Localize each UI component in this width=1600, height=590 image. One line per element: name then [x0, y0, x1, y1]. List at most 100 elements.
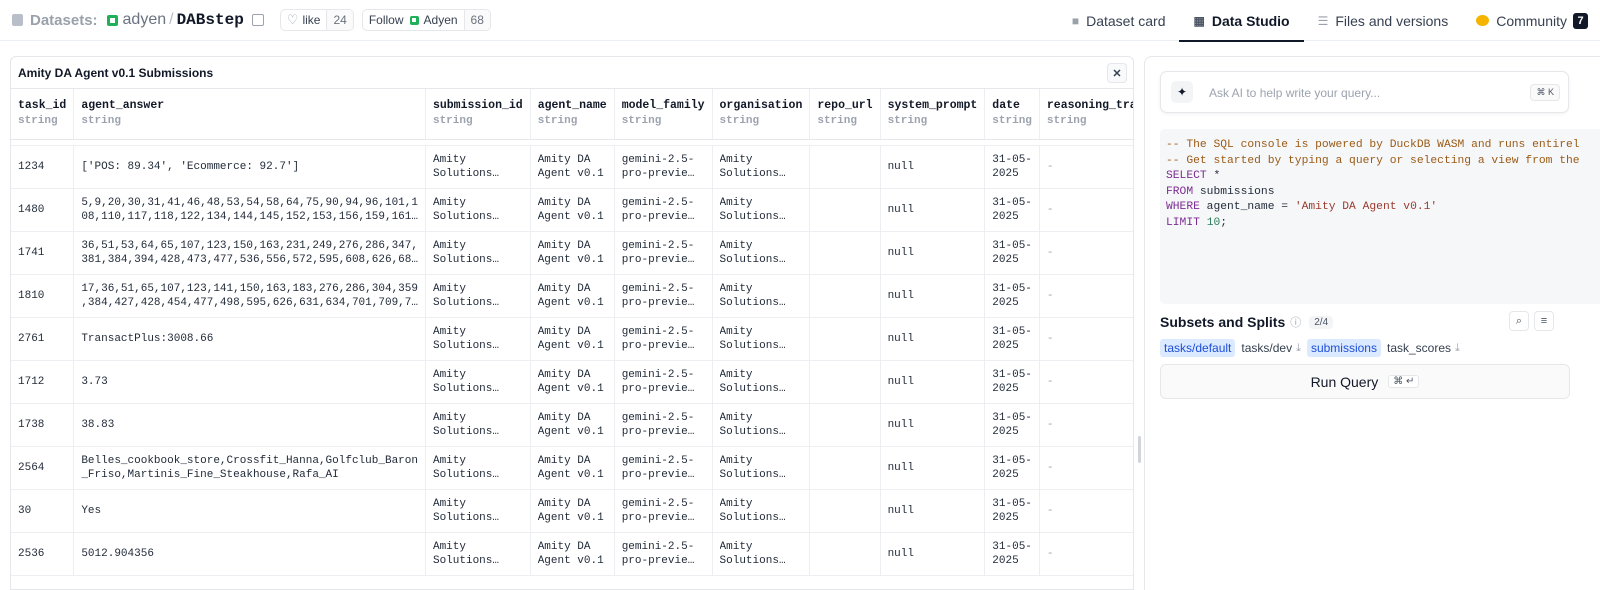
cell-reasoning-trace[interactable]: - [1039, 360, 1133, 404]
cell-agent-answer[interactable]: Yes [73, 489, 426, 533]
column-header[interactable]: task_id string [11, 89, 75, 140]
cell-system-prompt[interactable]: null [880, 360, 986, 404]
split-tasks-dev[interactable]: tasks/dev ⤓ [1241, 341, 1301, 355]
cell-submission-id[interactable]: Amity Solutions… [425, 274, 531, 318]
table-row[interactable]: 1712 3.73 Amity Solutions… Amity DA Agent v0.… [11, 360, 1133, 404]
cell-organisation[interactable]: Amity Solutions… [712, 489, 811, 533]
cell-submission-id[interactable]: Amity Solutions… [425, 446, 531, 490]
table-row[interactable]: 1480 5,9,20,30,31,41,46,48,53,54,58,64,75… [11, 188, 1133, 232]
cell-system-prompt[interactable]: null [880, 532, 986, 576]
cell-task-id[interactable]: 1480 [11, 188, 75, 232]
cell-agent-name[interactable]: Amity DA Agent v0.1 [530, 360, 615, 404]
cell-date[interactable]: 31-05- 2025 [984, 532, 1040, 576]
cell-system-prompt[interactable]: null [880, 145, 986, 189]
cell-task-id[interactable]: 2536 [11, 532, 75, 576]
cell-reasoning-trace[interactable]: - [1039, 403, 1133, 447]
tab-files-and-versions[interactable]: ☰ Files and versions [1304, 0, 1463, 41]
cell-repo-url[interactable] [809, 231, 881, 275]
run-query-button[interactable]: Run Query ⌘ ↵ [1160, 364, 1570, 399]
cell-agent-name[interactable]: Amity DA Agent v0.1 [530, 532, 615, 576]
cell-model-family[interactable]: gemini-2.5- pro-previe… [614, 317, 713, 361]
cell-repo-url[interactable] [809, 274, 881, 318]
follow-button[interactable]: Follow Adyen 68 [361, 9, 491, 31]
cell-submission-id[interactable]: Amity Solutions… [425, 489, 531, 533]
ai-query-box[interactable]: ✦ ⌘ K [1160, 71, 1569, 113]
cell-agent-answer[interactable]: ['POS: 89.34', 'Ecommerce: 92.7'] [73, 145, 426, 189]
panel-resize-handle[interactable] [1138, 436, 1141, 463]
cell-organisation[interactable]: Amity Solutions… [712, 274, 811, 318]
cell-agent-name[interactable]: Amity DA Agent v0.1 [530, 274, 615, 318]
cell-agent-answer[interactable]: 3.73 [73, 360, 426, 404]
cell-system-prompt[interactable]: null [880, 489, 986, 533]
cell-organisation[interactable]: Amity Solutions… [712, 360, 811, 404]
table-row[interactable]: 2761 TransactPlus:3008.66 Amity Solutions… A… [11, 317, 1133, 361]
cell-repo-url[interactable] [809, 188, 881, 232]
cell-submission-id[interactable]: Amity Solutions… [425, 532, 531, 576]
split-task-scores[interactable]: task_scores ⤓ [1387, 341, 1460, 355]
cell-task-id[interactable]: 1741 [11, 231, 75, 275]
cell-repo-url[interactable] [809, 360, 881, 404]
cell-organisation[interactable]: Amity Solutions… [712, 403, 811, 447]
table-row[interactable]: 30 Yes Amity Solutions… Amity DA Agent v0.1 ge… [11, 489, 1133, 533]
cell-system-prompt[interactable]: null [880, 231, 986, 275]
split-tasks-default[interactable]: tasks/default [1160, 339, 1236, 357]
cell-task-id[interactable]: 2761 [11, 317, 75, 361]
table-row[interactable]: 1738 38.83 Amity Solutions… Amity DA Agent v0… [11, 403, 1133, 447]
cell-repo-url[interactable] [809, 446, 881, 490]
cell-model-family[interactable]: gemini-2.5- pro-previe… [614, 360, 713, 404]
cell-submission-id[interactable]: Amity Solutions… [425, 360, 531, 404]
table-row[interactable]: 2564 Belles_cookbook_store,Crossfit_Hanna… [11, 446, 1133, 490]
download-icon[interactable]: ⤓ [1455, 342, 1460, 355]
cell-submission-id[interactable]: Amity Solutions… [425, 231, 531, 275]
cell-organisation[interactable]: Amity Solutions… [712, 231, 811, 275]
cell-repo-url[interactable] [809, 317, 881, 361]
cell-agent-answer[interactable]: 38.83 [73, 403, 426, 447]
column-header[interactable]: model_family string [614, 89, 713, 140]
cell-agent-name[interactable]: Amity DA Agent v0.1 [530, 489, 615, 533]
tab-data-studio[interactable]: ▦ Data Studio [1179, 0, 1304, 42]
table-row[interactable]: 1810 17,36,51,65,107,123,141,150,163,183,… [11, 274, 1133, 318]
cell-agent-answer[interactable]: 36,51,53,64,65,107,123,150,163,231,249,2… [73, 231, 426, 275]
column-header[interactable]: submission_id string [425, 89, 531, 140]
search-icon[interactable]: ⌕ [1509, 311, 1529, 331]
cell-model-family[interactable]: gemini-2.5- pro-previe… [614, 403, 713, 447]
cell-reasoning-trace[interactable]: - [1039, 446, 1133, 490]
cell-reasoning-trace[interactable]: - [1039, 274, 1133, 318]
cell-task-id[interactable]: 1712 [11, 360, 75, 404]
cell-organisation[interactable]: Amity Solutions… [712, 317, 811, 361]
cell-reasoning-trace[interactable]: - [1039, 489, 1133, 533]
cell-organisation[interactable]: Amity Solutions… [712, 446, 811, 490]
cell-agent-answer[interactable]: Belles_cookbook_store,Crossfit_Hanna,Gol… [73, 446, 426, 490]
tab-community[interactable]: Community 7 [1462, 0, 1600, 41]
cell-reasoning-trace[interactable]: - [1039, 188, 1133, 232]
cell-agent-answer[interactable]: 5012.904356 [73, 532, 426, 576]
cell-system-prompt[interactable]: null [880, 274, 986, 318]
cell-reasoning-trace[interactable]: - [1039, 231, 1133, 275]
cell-model-family[interactable]: gemini-2.5- pro-previe… [614, 231, 713, 275]
cell-agent-answer[interactable]: TransactPlus:3008.66 [73, 317, 426, 361]
cell-reasoning-trace[interactable]: - [1039, 317, 1133, 361]
org-link[interactable]: adyen [123, 11, 167, 29]
cell-system-prompt[interactable]: null [880, 446, 986, 490]
cell-task-id[interactable]: 1234 [11, 145, 75, 189]
cell-date[interactable]: 31-05- 2025 [984, 489, 1040, 533]
cell-model-family[interactable]: gemini-2.5- pro-previe… [614, 274, 713, 318]
cell-model-family[interactable]: gemini-2.5- pro-previe… [614, 446, 713, 490]
cell-agent-name[interactable]: Amity DA Agent v0.1 [530, 403, 615, 447]
cell-date[interactable]: 31-05- 2025 [984, 403, 1040, 447]
cell-agent-name[interactable]: Amity DA Agent v0.1 [530, 446, 615, 490]
download-icon[interactable]: ⤓ [1296, 342, 1301, 355]
column-header[interactable]: agent_answer string [73, 89, 426, 140]
cell-organisation[interactable]: Amity Solutions… [712, 145, 811, 189]
close-button[interactable]: ✕ [1107, 63, 1127, 83]
cell-submission-id[interactable]: Amity Solutions… [425, 145, 531, 189]
column-header[interactable]: organisation string [712, 89, 811, 140]
cell-system-prompt[interactable]: null [880, 188, 986, 232]
table-row[interactable]: 2536 5012.904356 Amity Solutions… Amity DA Ag… [11, 532, 1133, 576]
cell-reasoning-trace[interactable]: - [1039, 532, 1133, 576]
cell-organisation[interactable]: Amity Solutions… [712, 532, 811, 576]
cell-reasoning-trace[interactable]: - [1039, 145, 1133, 189]
ai-query-input[interactable] [1209, 83, 1509, 103]
cell-repo-url[interactable] [809, 403, 881, 447]
cell-date[interactable]: 31-05- 2025 [984, 188, 1040, 232]
